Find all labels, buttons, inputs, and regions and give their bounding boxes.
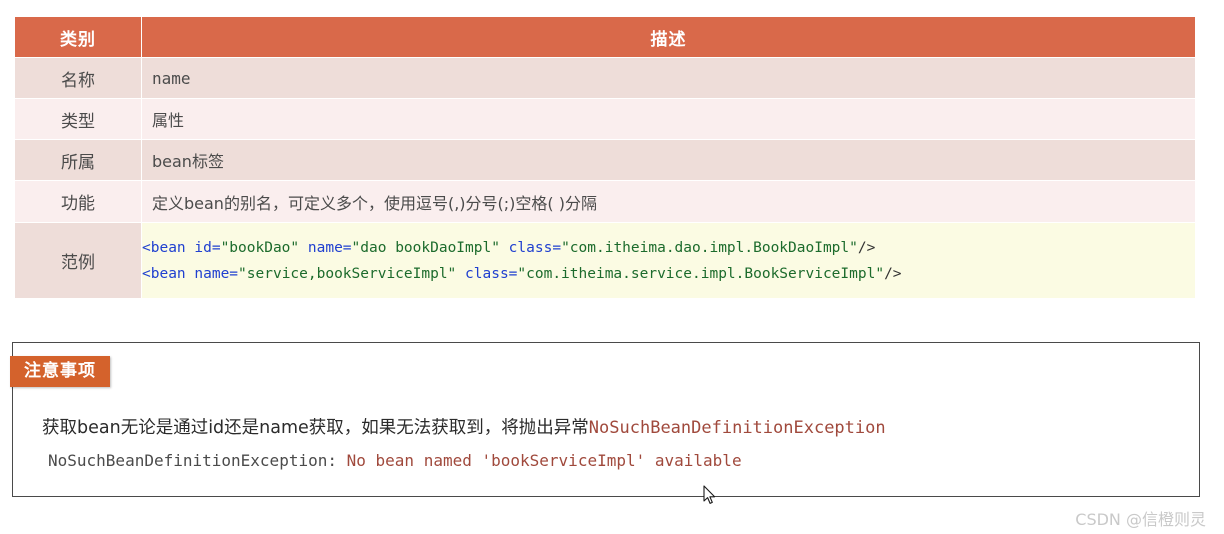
row-label-function: 功能 [14, 180, 142, 223]
table-header-row: 类别 描述 [14, 16, 1196, 58]
code-value-name: "dao bookDaoImpl" [351, 239, 500, 256]
row-label-type: 类型 [14, 98, 142, 140]
table-row: 功能 定义bean的别名，可定义多个，使用逗号(,)分号(;)空格( )分隔 [14, 180, 1196, 223]
header-description: 描述 [141, 16, 1196, 58]
table-row: 名称 name [14, 57, 1196, 99]
code-line-1: <bean id="bookDao" name="dao bookDaoImpl… [142, 235, 1195, 261]
row-value-belong: bean标签 [141, 139, 1196, 181]
row-label-name: 名称 [14, 57, 142, 99]
attribute-table: 类别 描述 名称 name 类型 属性 所属 bean标签 功能 定义bean的… [14, 16, 1196, 299]
row-value-name: name [141, 57, 1196, 99]
notice-line1-prefix: 获取bean无论是通过id还是name获取，如果无法获取到，将抛出异常 [42, 418, 589, 438]
code-tag-open: <bean [142, 239, 186, 256]
code-tag-open: <bean [142, 265, 186, 282]
notice-line2-prefix: NoSuchBeanDefinitionException: [48, 451, 347, 470]
table-row: 类型 属性 [14, 98, 1196, 140]
row-label-example: 范例 [14, 222, 142, 299]
notice-text-line-1: 获取bean无论是通过id还是name获取，如果无法获取到，将抛出异常NoSuc… [42, 414, 886, 439]
notice-error-message: No bean named 'bookServiceImpl' availabl… [346, 451, 742, 470]
csdn-watermark: CSDN @信橙则灵 [1075, 510, 1206, 529]
notice-text-line-2: NoSuchBeanDefinitionException: No bean n… [48, 451, 742, 470]
header-category: 类别 [14, 16, 142, 58]
table-head: 类别 描述 [14, 16, 1196, 58]
code-attr-class: class= [456, 265, 518, 282]
row-value-function: 定义bean的别名，可定义多个，使用逗号(,)分号(;)空格( )分隔 [141, 180, 1196, 223]
code-attr-name: name= [299, 239, 352, 256]
notice-exception-name: NoSuchBeanDefinitionException [588, 418, 886, 438]
row-value-type: 属性 [141, 98, 1196, 140]
notice-badge: 注意事项 [10, 356, 110, 388]
code-tag-close: /> [884, 265, 902, 282]
attribute-table-container: 类别 描述 名称 name 类型 属性 所属 bean标签 功能 定义bean的… [14, 16, 1196, 299]
code-value-name: "service,bookServiceImpl" [238, 265, 457, 282]
code-line-2: <bean name="service,bookServiceImpl" cla… [142, 261, 1195, 287]
row-value-example-code: <bean id="bookDao" name="dao bookDaoImpl… [141, 222, 1196, 299]
table-body: 名称 name 类型 属性 所属 bean标签 功能 定义bean的别名，可定义… [14, 57, 1196, 299]
code-attr-id: id= [185, 239, 221, 256]
code-attr-class: class= [499, 239, 562, 256]
table-row: 范例 <bean id="bookDao" name="dao bookDaoI… [14, 222, 1196, 299]
code-value-id: "bookDao" [220, 239, 300, 256]
code-attr-name: name= [185, 265, 239, 282]
row-label-belong: 所属 [14, 139, 142, 181]
code-value-class: "com.itheima.service.impl.BookServiceImp… [517, 265, 885, 282]
table-row: 所属 bean标签 [14, 139, 1196, 181]
code-tag-close: /> [857, 239, 876, 256]
code-value-class: "com.itheima.dao.impl.BookDaoImpl" [561, 239, 858, 256]
